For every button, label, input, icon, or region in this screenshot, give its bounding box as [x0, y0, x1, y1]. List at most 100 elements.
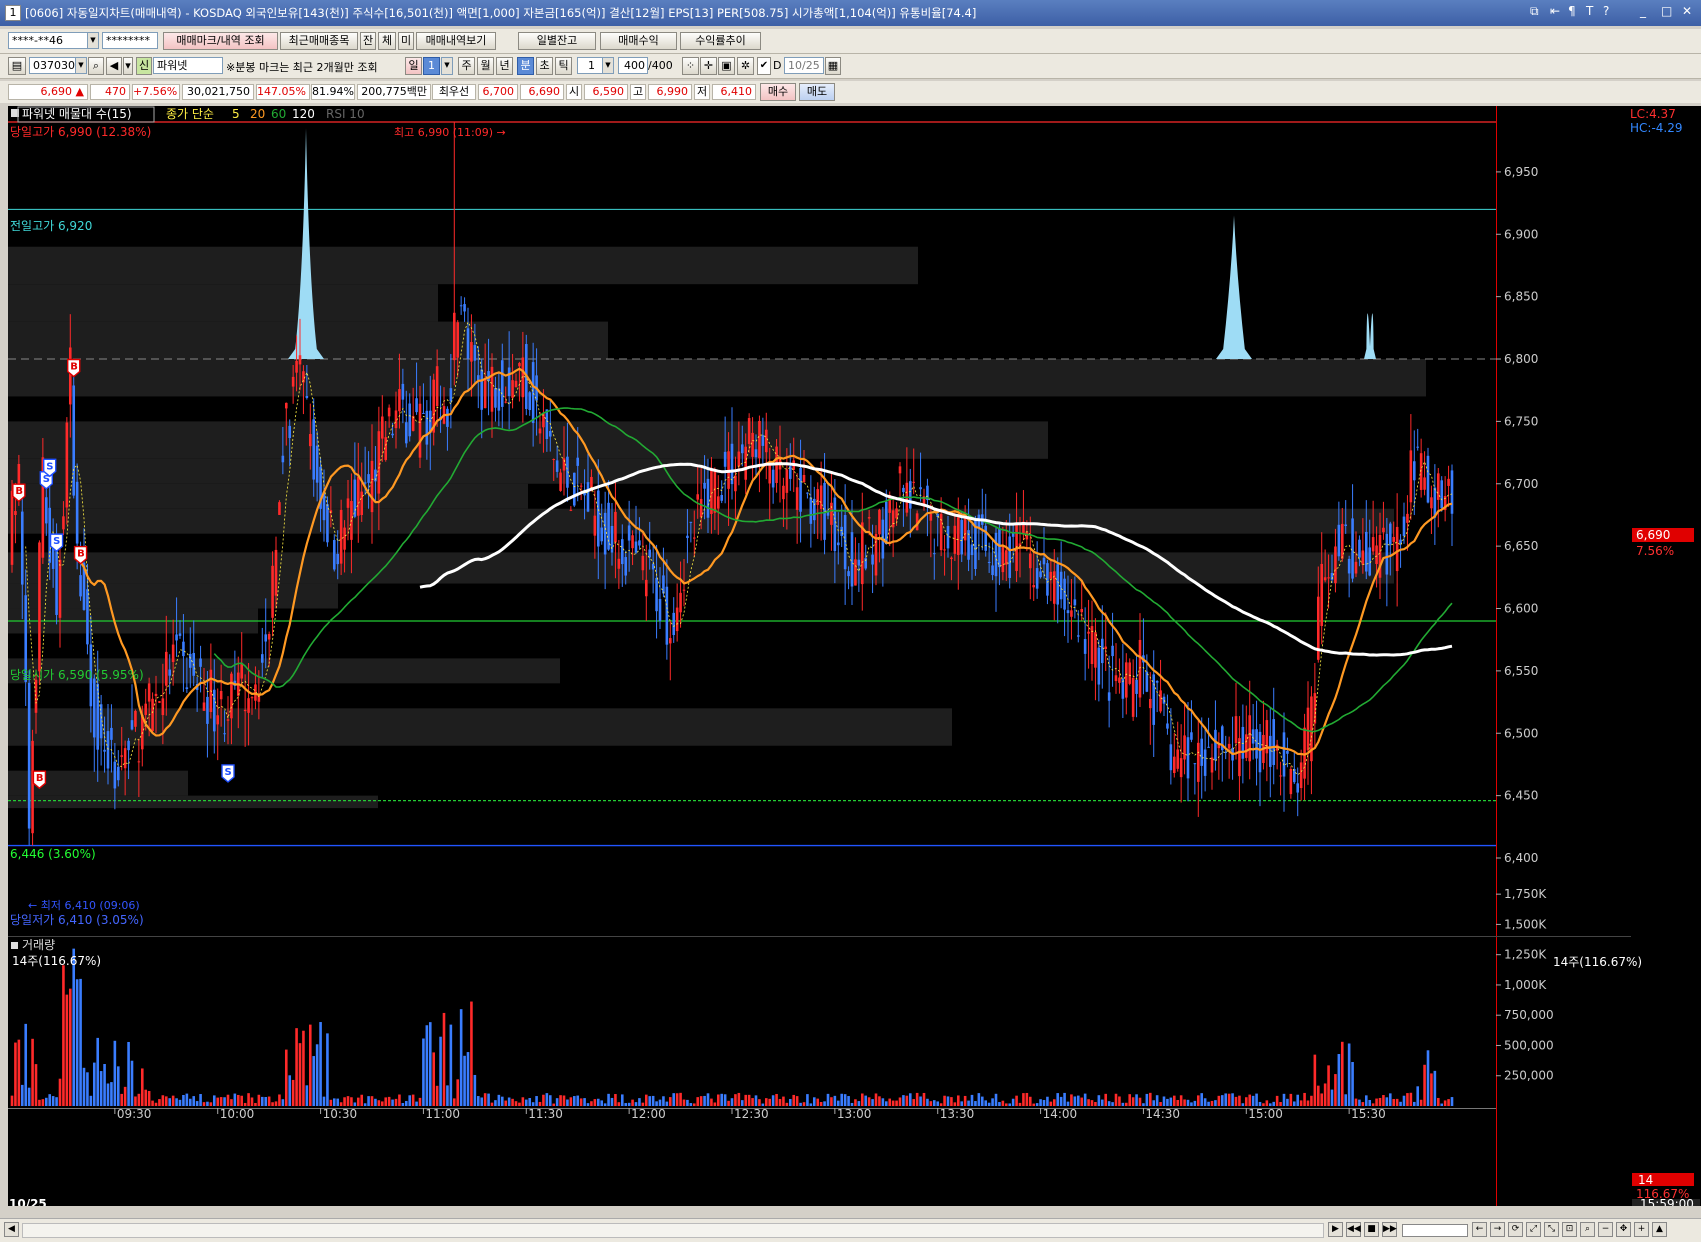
- tab-year[interactable]: 년: [496, 57, 513, 75]
- layout-icon[interactable]: ▤: [8, 57, 26, 75]
- move-right-icon[interactable]: →: [1490, 1222, 1505, 1237]
- bar-count-input[interactable]: 400: [618, 57, 648, 74]
- filled-button[interactable]: 체: [378, 32, 396, 50]
- volume-bar: [1402, 1095, 1406, 1106]
- chevron-down-icon[interactable]: ▾: [123, 57, 133, 75]
- zoom-out-icon[interactable]: −: [1598, 1222, 1613, 1237]
- candle-body: [631, 535, 634, 549]
- tab-second[interactable]: 초: [536, 57, 553, 75]
- cursor-icon[interactable]: ▲: [1652, 1222, 1667, 1237]
- move-left-icon[interactable]: ←: [1472, 1222, 1487, 1237]
- help-icon[interactable]: ?: [1603, 4, 1609, 18]
- chevron-down-icon[interactable]: ▼: [75, 57, 87, 74]
- maximize-icon[interactable]: □: [1661, 4, 1672, 18]
- price-tick-label: 6,800: [1504, 352, 1538, 366]
- zoom-fit-icon[interactable]: ⊡: [1562, 1222, 1577, 1237]
- tab-minute[interactable]: 분: [517, 57, 534, 75]
- rewind-icon[interactable]: ◀◀: [1346, 1222, 1361, 1237]
- volume-bar: [195, 1101, 199, 1106]
- volume-bar: [343, 1097, 346, 1106]
- calendar-icon[interactable]: ▦: [825, 57, 841, 75]
- grid-icon[interactable]: ⁘: [682, 57, 699, 75]
- buy-button[interactable]: 매수: [760, 83, 796, 101]
- account-select[interactable]: ****-**46: [8, 32, 88, 49]
- font-icon[interactable]: T: [1586, 4, 1593, 18]
- chevron-down-icon[interactable]: ▼: [441, 57, 453, 75]
- minimize-icon[interactable]: _: [1640, 4, 1646, 18]
- close-icon[interactable]: ✕: [1682, 4, 1692, 18]
- date-input[interactable]: 10/25: [784, 57, 824, 74]
- window-number[interactable]: 1: [5, 5, 21, 21]
- reset-icon[interactable]: ⟳: [1508, 1222, 1523, 1237]
- volume-bar: [830, 1097, 833, 1106]
- candle-body: [161, 698, 165, 716]
- forward-icon[interactable]: ▶▶: [1382, 1222, 1397, 1237]
- stock-name-field[interactable]: 파워넷: [153, 57, 223, 74]
- tab-month[interactable]: 월: [477, 57, 494, 75]
- candle-body: [795, 487, 799, 510]
- tab-week[interactable]: 주: [458, 57, 475, 75]
- restore-icon[interactable]: ⧉: [1530, 4, 1539, 19]
- candle-body: [401, 383, 405, 400]
- volume-bar: [675, 1093, 679, 1106]
- volume-bar: [1433, 1070, 1437, 1106]
- compress-icon[interactable]: ⤡: [1544, 1222, 1559, 1237]
- stop-icon[interactable]: ■: [1364, 1222, 1379, 1237]
- chevron-down-icon[interactable]: ▼: [602, 57, 614, 74]
- volume-bar: [72, 948, 76, 1106]
- trade-mark-query-button[interactable]: 매매마크/내역 조회: [163, 32, 278, 50]
- return-trend-button[interactable]: 수익률추이: [680, 32, 761, 50]
- expand-icon[interactable]: ⤢: [1526, 1222, 1541, 1237]
- balance-button[interactable]: 잔: [360, 32, 376, 50]
- save-icon[interactable]: ▣: [718, 57, 735, 75]
- date-checkbox[interactable]: ✔: [757, 57, 771, 75]
- volume-bar: [1443, 1100, 1447, 1106]
- volume-bar: [168, 1098, 172, 1106]
- interval-select[interactable]: 1: [577, 57, 603, 74]
- legend-title[interactable]: 파워넷 매물대 수(15): [22, 107, 132, 121]
- volume-bar: [1145, 1093, 1149, 1106]
- recent-trades-button[interactable]: 최근매매종목: [280, 32, 358, 50]
- stock-code-input[interactable]: 037030: [29, 57, 77, 74]
- volume-bar: [449, 1024, 453, 1106]
- volume-bar: [1100, 1099, 1104, 1106]
- trade-history-button[interactable]: 매매내역보기: [416, 32, 496, 50]
- sell-button[interactable]: 매도: [799, 83, 835, 101]
- candle-body: [644, 579, 648, 597]
- dock-icon[interactable]: ⇤: [1550, 4, 1560, 18]
- magnify-icon[interactable]: ⌕: [1580, 1222, 1595, 1237]
- volume-bar: [1238, 1095, 1241, 1106]
- scroll-left-icon[interactable]: ◀: [4, 1222, 19, 1237]
- volume-bar: [1265, 1100, 1269, 1106]
- speed-slider[interactable]: [1402, 1224, 1468, 1237]
- volume-bar: [20, 1084, 24, 1106]
- pin-icon[interactable]: ¶: [1568, 4, 1576, 18]
- volume-bar: [1097, 1095, 1101, 1106]
- volume-bar: [1155, 1095, 1159, 1106]
- trade-profit-button[interactable]: 매매수익: [600, 32, 677, 50]
- scroll-bar[interactable]: ◀ ▶ ◀◀ ■ ▶▶ ← → ⟳ ⤢ ⤡ ⊡ ⌕ − ✥ + ▲: [0, 1218, 1701, 1242]
- candle-body: [1203, 749, 1207, 776]
- search-icon[interactable]: ⌕: [88, 57, 104, 75]
- candle-body: [171, 644, 175, 662]
- candle-body: [518, 363, 521, 367]
- unfilled-button[interactable]: 미: [398, 32, 414, 50]
- tab-tick[interactable]: 틱: [555, 57, 572, 75]
- volume-panel-title[interactable]: 거래량: [22, 938, 55, 952]
- chevron-down-icon[interactable]: ▼: [87, 32, 99, 49]
- gear-icon[interactable]: ✲: [737, 57, 754, 75]
- period-number[interactable]: 1: [423, 57, 440, 75]
- pan-icon[interactable]: ✥: [1616, 1222, 1631, 1237]
- scroll-track[interactable]: [22, 1223, 1324, 1238]
- scroll-right-icon[interactable]: ▶: [1328, 1222, 1343, 1237]
- volume-bar: [1334, 1074, 1337, 1106]
- crosshair-icon[interactable]: ✛: [700, 57, 717, 75]
- tab-day[interactable]: 일: [405, 57, 422, 75]
- zoom-in-icon[interactable]: +: [1634, 1222, 1649, 1237]
- chart-area[interactable]: BSSSBBBS 6,950 6,900 6,850 6,800 6,750 6,700 6…: [8, 106, 1701, 1215]
- daily-balance-button[interactable]: 일별잔고: [518, 32, 596, 50]
- password-field[interactable]: ********: [102, 32, 158, 49]
- candle-body: [528, 392, 532, 411]
- speaker-icon[interactable]: ◀: [106, 57, 122, 75]
- volume-bar: [977, 1093, 981, 1106]
